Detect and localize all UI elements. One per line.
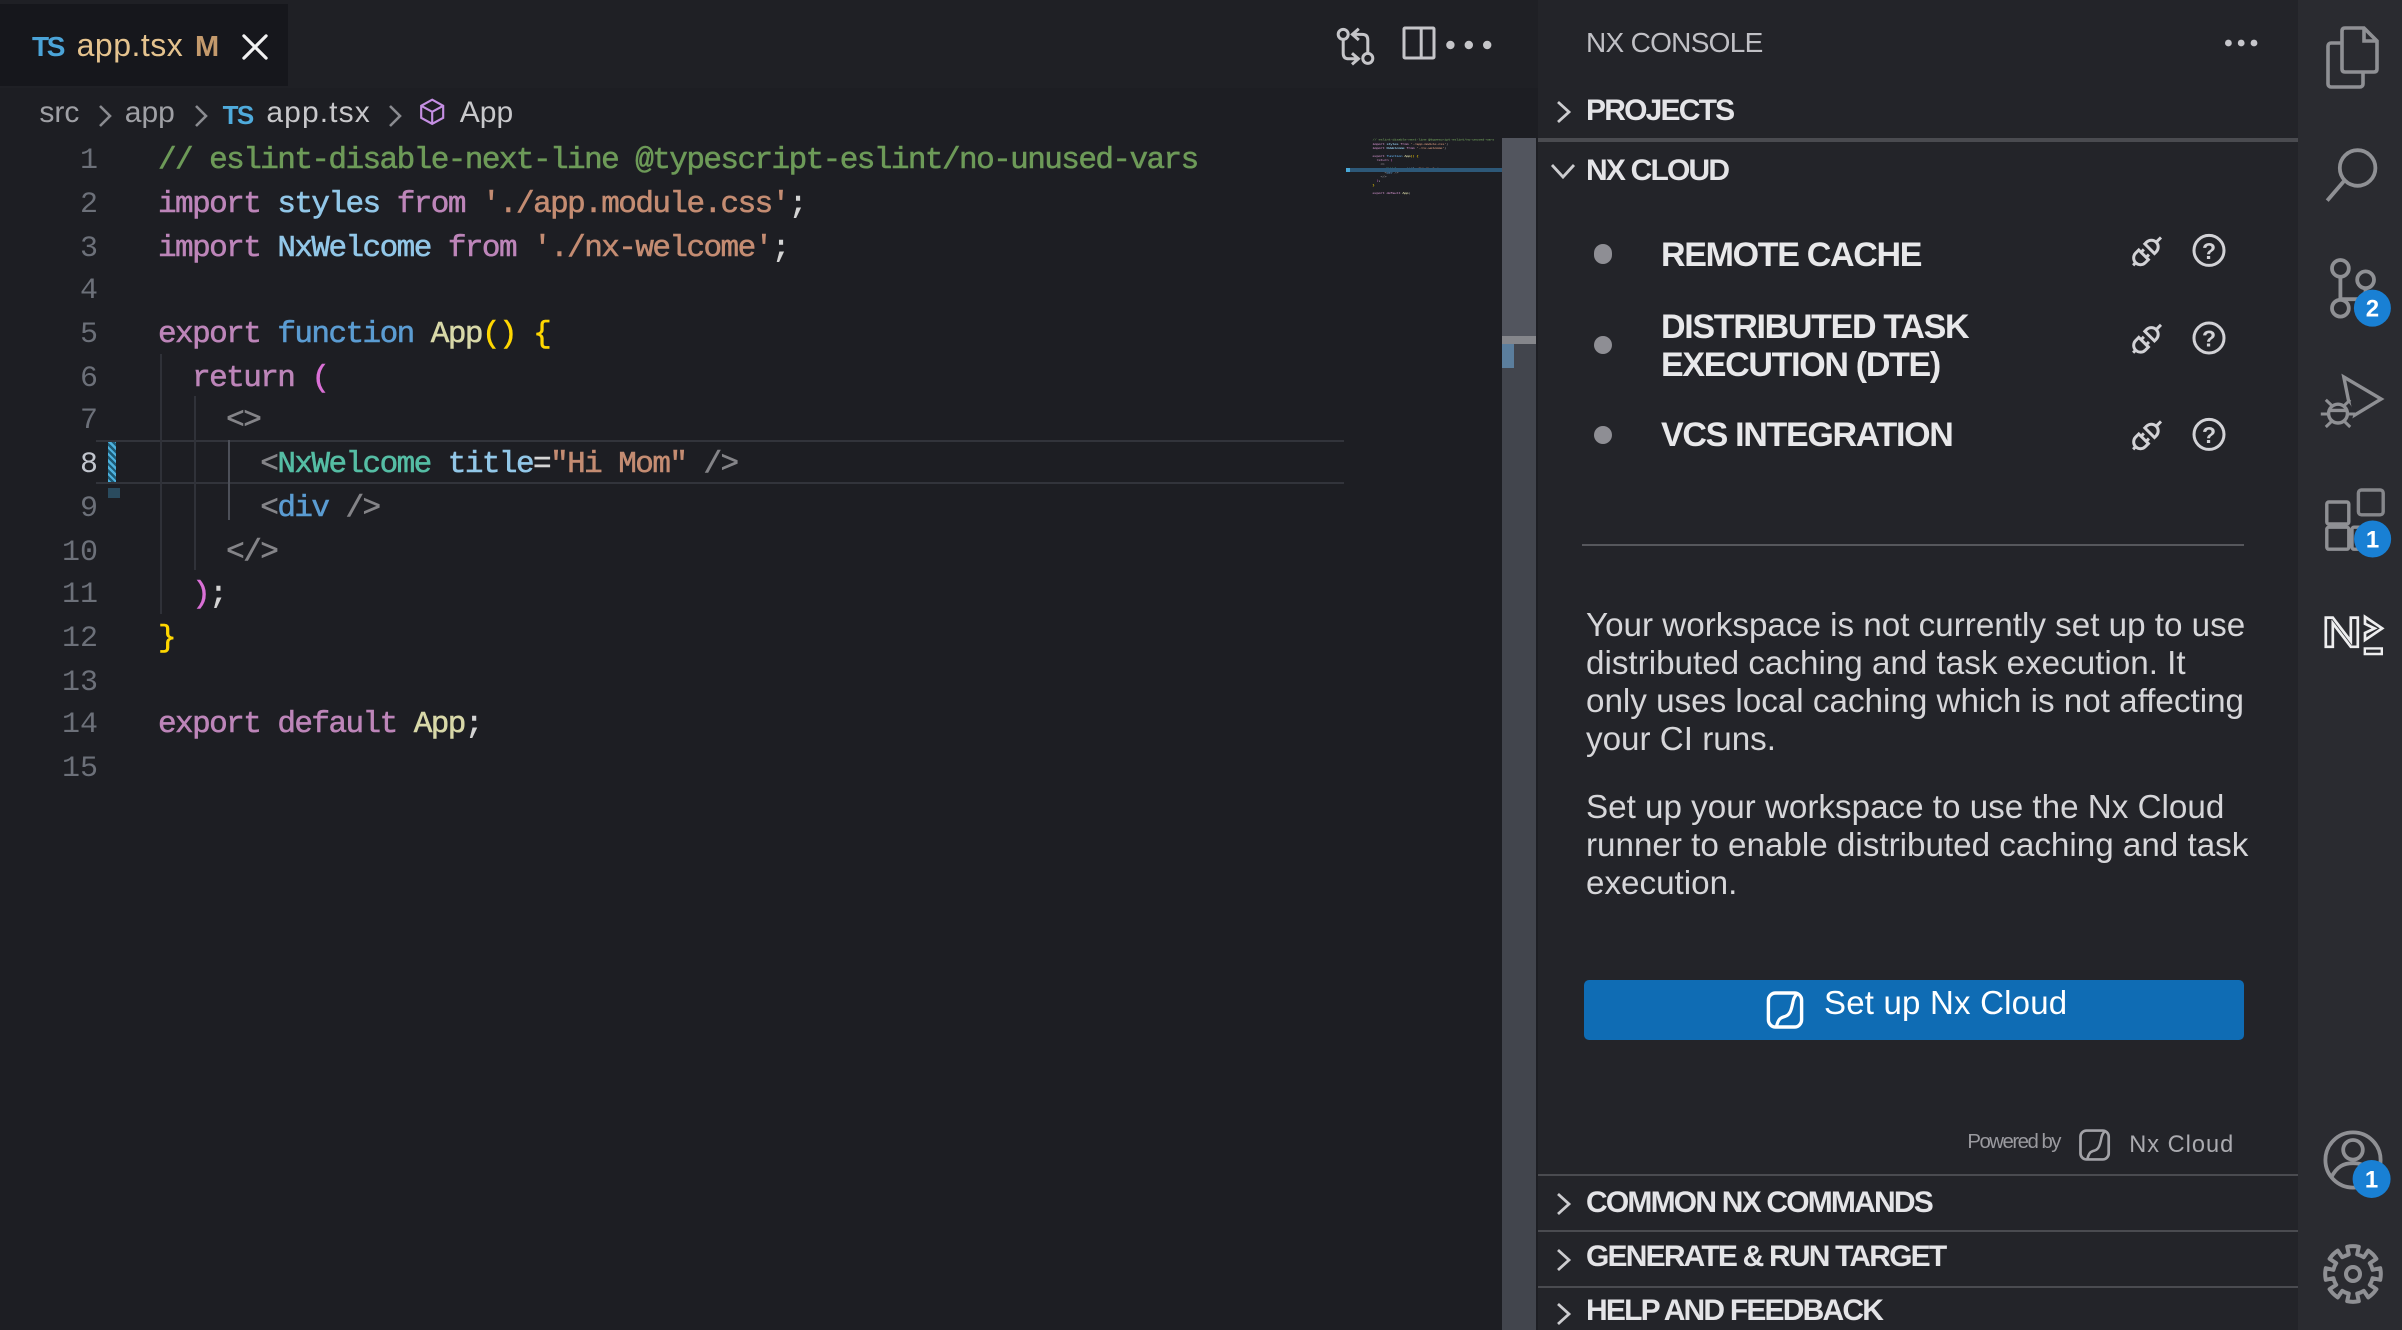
svg-text:2: 2 xyxy=(2365,296,2378,323)
svg-text:?: ? xyxy=(2201,326,2215,352)
svg-text:1: 1 xyxy=(2364,1166,2377,1193)
svg-text:?: ? xyxy=(2201,422,2215,448)
svg-text:1: 1 xyxy=(2365,526,2378,553)
svg-text:?: ? xyxy=(2201,238,2215,264)
